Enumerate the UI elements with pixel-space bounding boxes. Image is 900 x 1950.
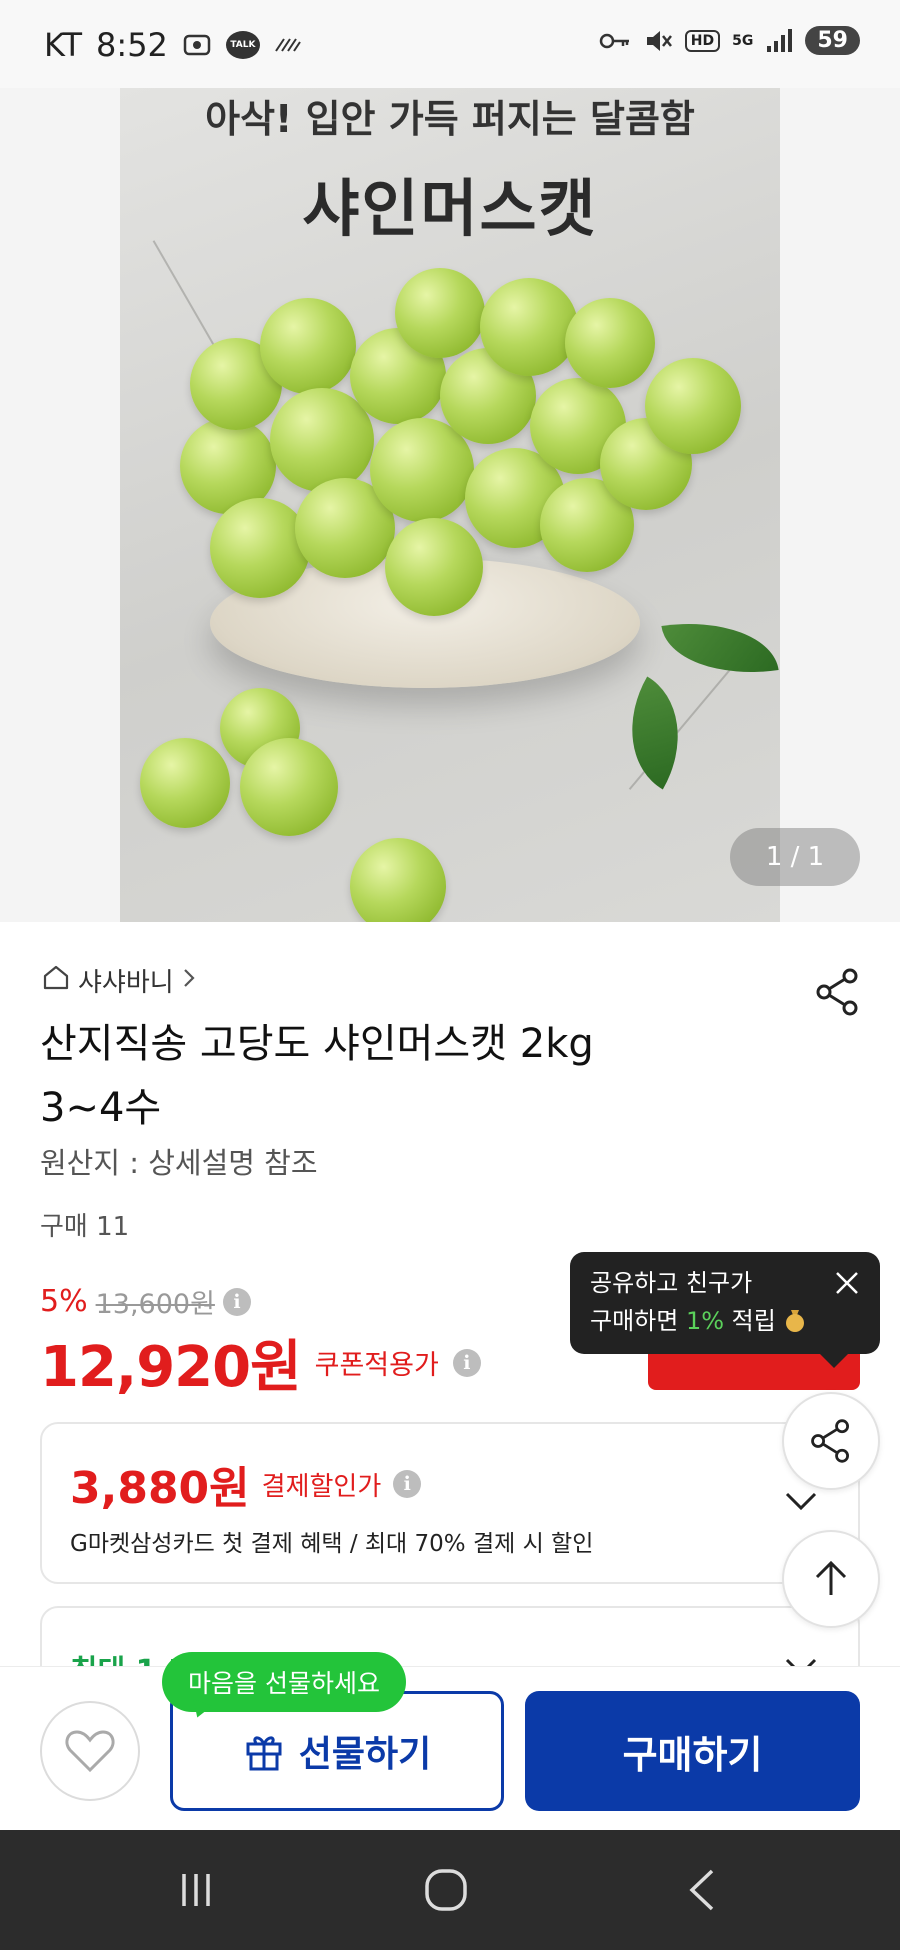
- benefit-info-icon[interactable]: i: [393, 1470, 422, 1498]
- gift-icon: [246, 1736, 282, 1771]
- status-left: KT 8:52 TALK: [44, 26, 302, 64]
- system-nav-bar: [0, 1830, 900, 1950]
- heart-icon: [65, 1730, 115, 1773]
- tooltip-line2-prefix: 구매하면: [590, 1307, 686, 1335]
- share-reward-tooltip: 공유하고 친구가 구매하면 1% 적립: [570, 1252, 880, 1368]
- money-bag-icon: [783, 1307, 807, 1335]
- tooltip-line2-suffix: 적립: [724, 1307, 776, 1335]
- benefit-amount: 3,880원: [70, 1463, 250, 1514]
- scroll-top-button[interactable]: [782, 1530, 880, 1628]
- sync-icon: [274, 35, 302, 55]
- payment-benefit-card[interactable]: 3,880원 결제할인가 i G마켓삼성카드 첫 결제 혜택 / 최대 70% …: [40, 1422, 860, 1584]
- grape: [385, 518, 483, 616]
- origin-info: 원산지 : 상세설명 참조: [40, 1146, 318, 1180]
- grape: [350, 838, 446, 922]
- grape: [395, 268, 485, 358]
- store-link[interactable]: 샤샤바니: [42, 962, 196, 999]
- grape: [240, 738, 338, 836]
- buy-button[interactable]: 구매하기: [525, 1691, 860, 1811]
- back-chevron-icon: [689, 1869, 714, 1911]
- product-photo: 아삭! 입안 가득 퍼지는 달콤함 샤인머스캣: [120, 88, 780, 922]
- grape: [565, 298, 655, 388]
- chevron-down-icon[interactable]: [784, 1490, 818, 1512]
- sale-price: 12,920원: [40, 1335, 302, 1400]
- grape: [140, 738, 230, 828]
- home-circle-icon: [425, 1869, 467, 1911]
- hd-badge: HD: [684, 29, 721, 52]
- tooltip-line1: 공유하고 친구가: [590, 1269, 753, 1297]
- leaf: [661, 610, 779, 686]
- bottom-action-bar: 선물하기 구매하기: [0, 1666, 900, 1830]
- tooltip-line2: 구매하면 1% 적립: [590, 1302, 860, 1340]
- product-title-line1: 산지직송 고당도 샤인머스캣 2kg: [40, 1021, 594, 1067]
- key-icon: [599, 31, 631, 51]
- share-icon: [811, 1419, 849, 1463]
- clock: 8:52: [96, 26, 168, 64]
- coupon-price-label: 쿠폰적용가: [314, 1350, 439, 1381]
- recent-apps-icon: [182, 1874, 210, 1906]
- screenshot-icon: [182, 30, 212, 60]
- recent-apps-button[interactable]: [166, 1860, 226, 1920]
- purchase-count: 구매 11: [40, 1212, 130, 1242]
- tooltip-arrow: [820, 1354, 848, 1368]
- grape: [645, 358, 741, 454]
- grape: [210, 498, 310, 598]
- hero-subtitle: 아삭! 입안 가득 퍼지는 달콤함: [205, 97, 695, 141]
- chevron-right-icon: [182, 966, 196, 996]
- original-price: 13,600원: [95, 1289, 215, 1320]
- share-icon[interactable]: [812, 966, 864, 1018]
- grape: [260, 298, 356, 394]
- info-icon[interactable]: i: [222, 1287, 251, 1316]
- carrier-label: KT: [44, 26, 83, 64]
- benefit-label: 결제할인가: [261, 1471, 382, 1502]
- kakaotalk-icon: TALK: [225, 31, 260, 59]
- signal-icon: [765, 28, 793, 54]
- page-indicator: 1 / 1: [730, 828, 860, 886]
- battery-indicator: 59: [805, 26, 860, 55]
- leaf: [602, 676, 708, 790]
- product-title: 산지직송 고당도 샤인머스캣 2kg 3~4수: [40, 1012, 720, 1140]
- discount-row: 5% 13,600원 i: [40, 1282, 251, 1321]
- wishlist-button[interactable]: [40, 1701, 140, 1801]
- mute-icon: [643, 27, 673, 55]
- reward-rate: 1%: [685, 1307, 725, 1335]
- home-icon: [42, 964, 70, 997]
- arrow-up-icon: [815, 1560, 847, 1595]
- discount-rate: 5%: [40, 1284, 88, 1319]
- close-icon[interactable]: [832, 1268, 862, 1298]
- product-title-line2: 3~4수: [40, 1085, 162, 1131]
- home-button[interactable]: [416, 1860, 476, 1920]
- store-name: 샤샤바니: [78, 968, 174, 998]
- grape: [480, 278, 578, 376]
- product-image-carousel[interactable]: 아삭! 입안 가득 퍼지는 달콤함 샤인머스캣 1 / 1: [0, 88, 900, 922]
- back-button[interactable]: [672, 1860, 732, 1920]
- status-right: HD 5G 59: [599, 26, 860, 55]
- gift-button-label: 선물하기: [298, 1734, 432, 1775]
- hero-title: 샤인머스캣: [302, 172, 598, 245]
- floating-share-button[interactable]: [782, 1392, 880, 1490]
- coupon-info-icon[interactable]: i: [452, 1348, 481, 1377]
- network-label: 5G: [732, 32, 754, 49]
- benefit-description: G마켓삼성카드 첫 결제 혜택 / 최대 70% 결제 시 할인: [70, 1531, 594, 1557]
- price-row: 12,920원 쿠폰적용가 i: [40, 1322, 481, 1403]
- status-bar: KT 8:52 TALK HD 5G 59: [0, 0, 900, 88]
- benefit-price-row: 3,880원 결제할인가 i: [70, 1452, 422, 1516]
